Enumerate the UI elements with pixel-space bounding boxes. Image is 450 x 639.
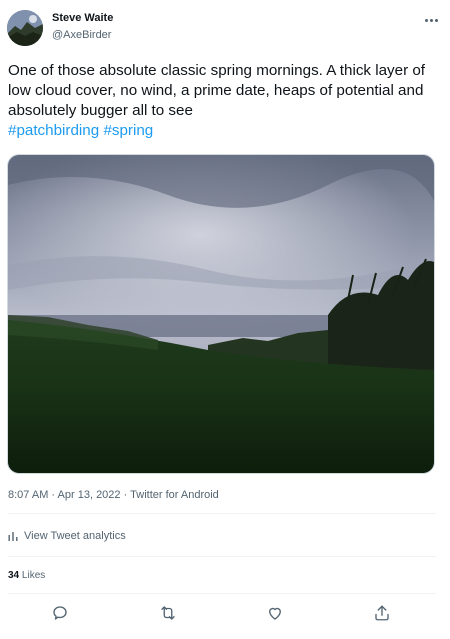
tweet-time[interactable]: 8:07 AM (8, 489, 48, 501)
tweet-text: One of those absolute classic spring mor… (8, 61, 438, 141)
tweet-body: One of those absolute classic spring mor… (8, 62, 426, 119)
analytics-bars-icon (8, 532, 18, 541)
divider (8, 593, 436, 594)
tweet-source[interactable]: Twitter for Android (130, 489, 219, 501)
meta-separator: · (123, 489, 128, 501)
landscape-photo (8, 155, 434, 473)
view-analytics-link[interactable]: View Tweet analytics (8, 528, 126, 544)
analytics-label: View Tweet analytics (24, 530, 126, 542)
tweet-header: Steve Waite @AxeBirder (0, 0, 450, 56)
hashtag-link[interactable]: #patchbirding (8, 122, 99, 139)
tweet-actions (0, 604, 450, 624)
meta-separator: · (51, 489, 56, 501)
retweet-icon[interactable] (159, 604, 177, 622)
divider (8, 556, 436, 557)
likes-number: 34 (8, 570, 20, 581)
avatar-image (7, 10, 43, 46)
more-options-icon[interactable] (420, 13, 442, 27)
likes-label: Likes (21, 570, 46, 581)
reply-icon[interactable] (51, 604, 69, 622)
tweet-date[interactable]: Apr 13, 2022 (58, 489, 121, 501)
author-name[interactable]: Steve Waite (52, 12, 113, 24)
avatar[interactable] (7, 10, 43, 46)
author-handle[interactable]: @AxeBirder (52, 29, 111, 41)
divider (8, 513, 436, 514)
tweet-photo[interactable] (7, 154, 435, 474)
likes-count[interactable]: 34 Likes (8, 570, 45, 581)
tweet-meta: 8:07 AM · Apr 13, 2022 · Twitter for And… (8, 489, 219, 501)
share-icon[interactable] (373, 604, 391, 622)
like-icon[interactable] (266, 604, 284, 622)
hashtag-link[interactable]: #spring (103, 122, 153, 139)
